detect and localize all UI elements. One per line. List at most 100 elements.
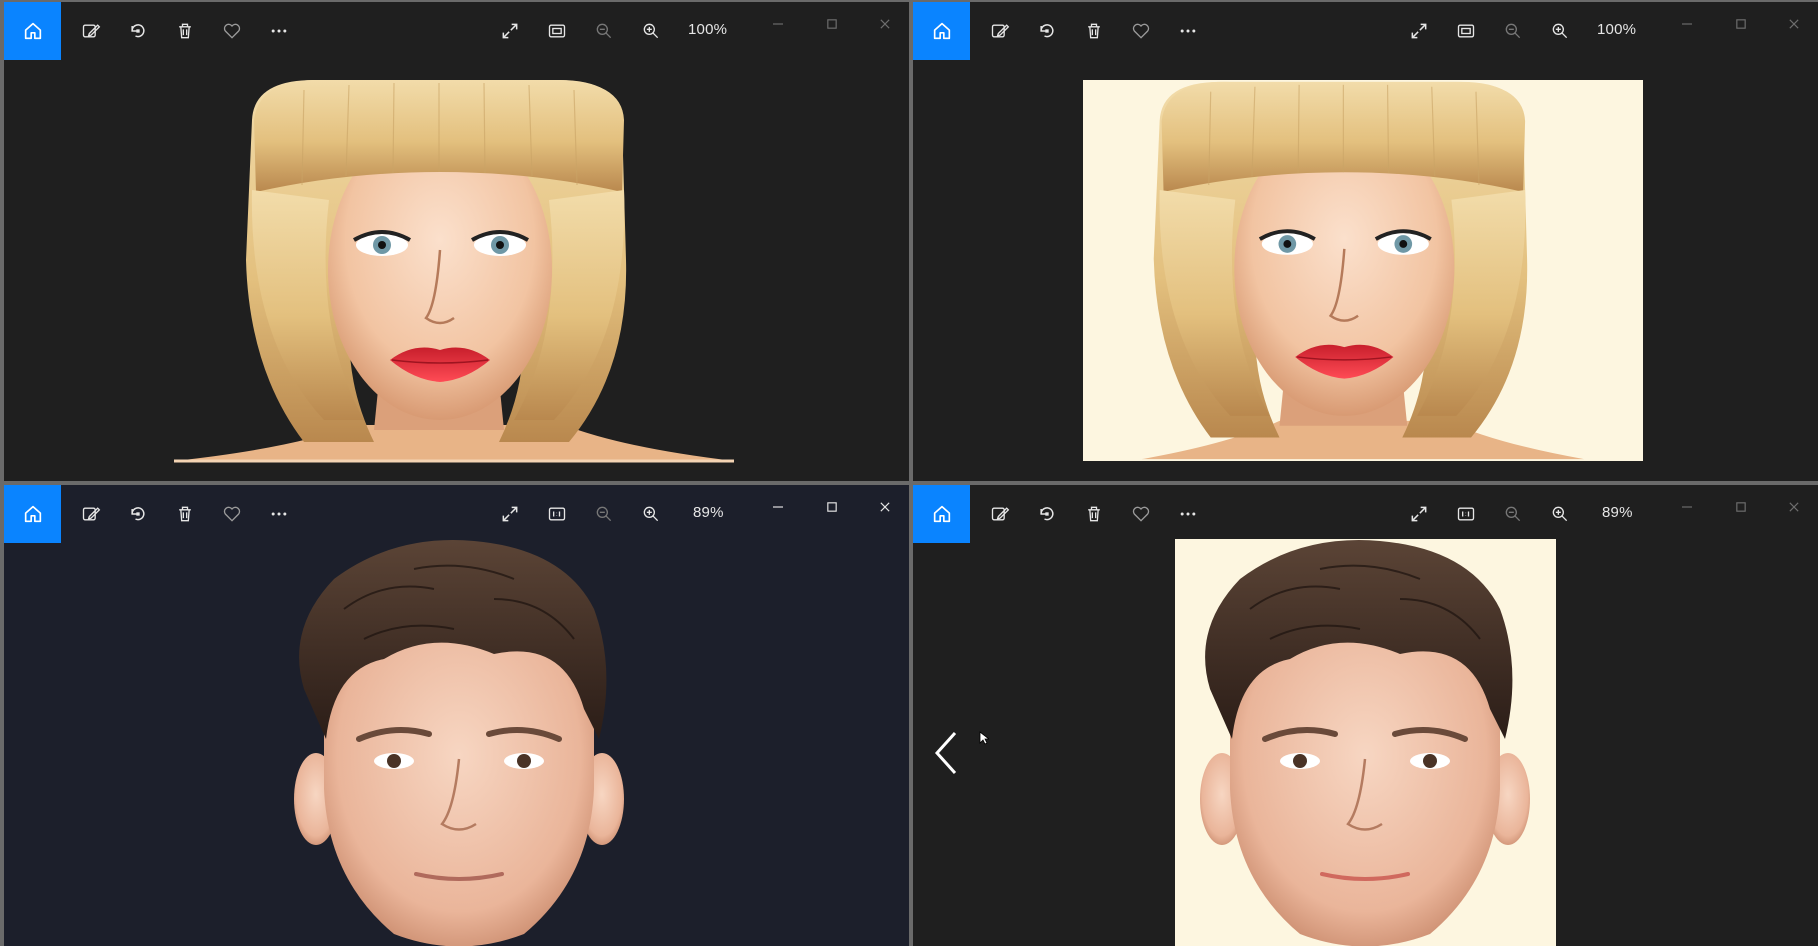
- zoom-out-icon: [1505, 23, 1521, 39]
- maximize-button[interactable]: [818, 10, 846, 38]
- edit-image-button[interactable]: [77, 500, 105, 528]
- favorite-button[interactable]: [1127, 17, 1155, 45]
- minimize-icon: [773, 23, 783, 25]
- man-photo-cream-background: [1175, 539, 1556, 946]
- mouse-cursor-icon: [979, 731, 989, 745]
- rotate-button[interactable]: [124, 500, 152, 528]
- photo-viewer-window-bottom-left: 89%: [4, 485, 909, 946]
- edit-image-icon: [82, 507, 101, 521]
- zoom-in-icon: [1552, 23, 1568, 39]
- more-button[interactable]: [265, 500, 293, 528]
- minimize-button[interactable]: [1673, 493, 1701, 521]
- zoom-level[interactable]: 100%: [688, 21, 727, 38]
- home-icon: [933, 22, 950, 40]
- zoom-out-icon: [596, 506, 612, 522]
- actual-size-button[interactable]: [543, 500, 571, 528]
- maximize-icon: [1736, 502, 1746, 512]
- close-icon: [1789, 19, 1799, 29]
- home-icon: [933, 505, 950, 523]
- fullscreen-icon: [502, 23, 518, 39]
- close-icon: [1789, 502, 1799, 512]
- woman-photo: [1141, 81, 1585, 460]
- rotate-button[interactable]: [124, 17, 152, 45]
- more-button[interactable]: [265, 17, 293, 45]
- previous-image-button[interactable]: [931, 730, 961, 776]
- toolbar: 100%: [913, 2, 1818, 60]
- edit-image-button[interactable]: [77, 17, 105, 45]
- rotate-button[interactable]: [1033, 500, 1061, 528]
- toolbar: 100%: [4, 2, 909, 60]
- zoom-in-button[interactable]: [1546, 17, 1574, 45]
- minimize-button[interactable]: [764, 10, 792, 38]
- fullscreen-icon: [502, 506, 518, 522]
- close-button[interactable]: [1780, 10, 1808, 38]
- close-button[interactable]: [871, 10, 899, 38]
- fullscreen-button[interactable]: [1405, 500, 1433, 528]
- fullscreen-icon: [1411, 506, 1427, 522]
- delete-button[interactable]: [1080, 17, 1108, 45]
- rotate-button[interactable]: [1033, 17, 1061, 45]
- woman-photo: [174, 80, 734, 463]
- fullscreen-button[interactable]: [496, 17, 524, 45]
- home-button[interactable]: [4, 2, 61, 60]
- more-button[interactable]: [1174, 17, 1202, 45]
- home-button[interactable]: [913, 485, 970, 543]
- favorite-icon: [1132, 506, 1150, 522]
- delete-button[interactable]: [171, 17, 199, 45]
- fullscreen-button[interactable]: [1405, 17, 1433, 45]
- zoom-level[interactable]: 100%: [1597, 21, 1636, 38]
- zoom-out-button[interactable]: [590, 17, 618, 45]
- home-button[interactable]: [4, 485, 61, 543]
- zoom-level[interactable]: 89%: [1602, 504, 1633, 521]
- favorite-button[interactable]: [1127, 500, 1155, 528]
- maximize-button[interactable]: [818, 493, 846, 521]
- favorite-icon: [223, 506, 241, 522]
- close-icon: [880, 502, 890, 512]
- delete-button[interactable]: [1080, 500, 1108, 528]
- edit-image-icon: [991, 507, 1010, 521]
- actual-size-icon: [1457, 507, 1475, 521]
- toolbar: 89%: [4, 485, 909, 543]
- zoom-level[interactable]: 89%: [693, 504, 724, 521]
- edit-image-button[interactable]: [986, 17, 1014, 45]
- maximize-button[interactable]: [1727, 493, 1755, 521]
- zoom-in-icon: [643, 23, 659, 39]
- rotate-icon: [1040, 507, 1054, 521]
- close-button[interactable]: [1780, 493, 1808, 521]
- fullscreen-button[interactable]: [496, 500, 524, 528]
- zoom-in-icon: [1552, 506, 1568, 522]
- delete-icon: [1088, 506, 1100, 522]
- favorite-icon: [1132, 23, 1150, 39]
- favorite-button[interactable]: [218, 17, 246, 45]
- minimize-icon: [773, 506, 783, 508]
- zoom-in-button[interactable]: [1546, 500, 1574, 528]
- zoom-in-button[interactable]: [637, 17, 665, 45]
- more-button[interactable]: [1174, 500, 1202, 528]
- delete-icon: [1088, 23, 1100, 39]
- home-button[interactable]: [913, 2, 970, 60]
- woman-photo-cream-background: [1083, 80, 1643, 461]
- zoom-out-button[interactable]: [1499, 500, 1527, 528]
- minimize-button[interactable]: [764, 493, 792, 521]
- maximize-icon: [827, 19, 837, 29]
- zoom-in-button[interactable]: [637, 500, 665, 528]
- zoom-out-button[interactable]: [1499, 17, 1527, 45]
- photo-viewer-window-bottom-right: 89%: [913, 485, 1818, 946]
- maximize-button[interactable]: [1727, 10, 1755, 38]
- edit-image-button[interactable]: [986, 500, 1014, 528]
- actual-size-button[interactable]: [1452, 500, 1480, 528]
- delete-button[interactable]: [171, 500, 199, 528]
- close-button[interactable]: [871, 493, 899, 521]
- toolbar: 89%: [913, 485, 1818, 543]
- maximize-icon: [1736, 19, 1746, 29]
- minimize-button[interactable]: [1673, 10, 1701, 38]
- maximize-icon: [827, 502, 837, 512]
- favorite-button[interactable]: [218, 500, 246, 528]
- photo-viewer-window-top-right: 100%: [913, 2, 1818, 481]
- zoom-out-button[interactable]: [590, 500, 618, 528]
- man-photo: [1200, 540, 1530, 946]
- fit-icon: [1457, 24, 1475, 38]
- fit-icon: [548, 24, 566, 38]
- fit-button[interactable]: [543, 17, 571, 45]
- fit-button[interactable]: [1452, 17, 1480, 45]
